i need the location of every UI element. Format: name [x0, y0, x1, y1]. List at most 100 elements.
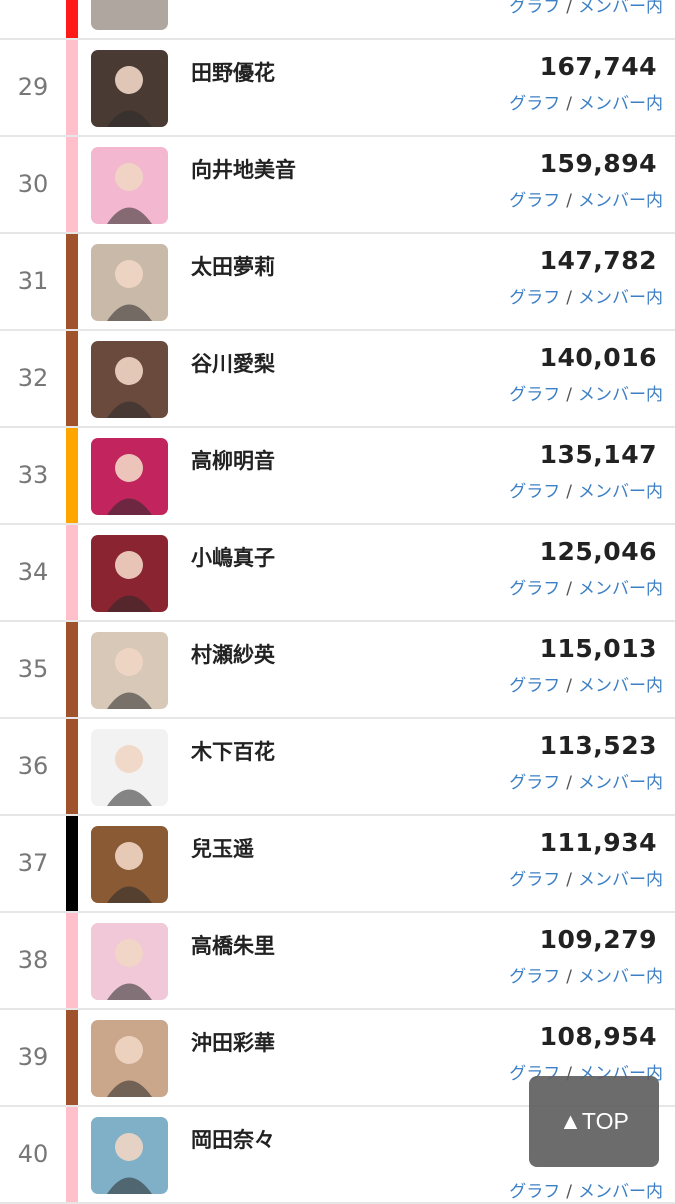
member-photo[interactable] — [91, 244, 168, 321]
graph-link[interactable]: グラフ — [509, 676, 560, 696]
rank-number: 35 — [17, 655, 49, 683]
group-color-bar — [66, 622, 78, 717]
back-to-top-button[interactable]: ▲TOP — [529, 1076, 659, 1167]
rank-number: 29 — [17, 73, 49, 101]
member-name: 田野優花 — [191, 61, 275, 85]
group-color-bar — [66, 816, 78, 911]
member-link[interactable]: メンバー内 — [578, 773, 663, 793]
link-separator: / — [566, 288, 572, 308]
member-photo[interactable] — [91, 1117, 168, 1194]
ranking-row[interactable]: 33 高柳明音 135,147 グラフ / メンバー内 — [0, 428, 675, 523]
member-link[interactable]: メンバー内 — [578, 191, 663, 211]
link-separator: / — [566, 482, 572, 502]
member-link[interactable]: メンバー内 — [578, 482, 663, 502]
member-photo[interactable] — [91, 729, 168, 806]
rank-number: 39 — [17, 1043, 49, 1071]
member-link[interactable]: メンバー内 — [578, 94, 663, 114]
group-color-bar — [66, 137, 78, 232]
member-photo[interactable] — [91, 341, 168, 418]
member-name: 岡田奈々 — [191, 1128, 275, 1152]
group-color-bar — [66, 428, 78, 523]
member-link[interactable]: メンバー内 — [578, 870, 663, 890]
row-links: グラフ / メンバー内 — [509, 1177, 663, 1202]
member-link[interactable]: メンバー内 — [578, 0, 663, 17]
ranking-row[interactable]: 36 木下百花 113,523 グラフ / メンバー内 — [0, 719, 675, 814]
ranking-row[interactable]: 29 田野優花 167,744 グラフ / メンバー内 — [0, 40, 675, 135]
member-photo[interactable] — [91, 923, 168, 1000]
graph-link[interactable]: グラフ — [509, 967, 560, 987]
graph-link[interactable]: グラフ — [509, 191, 560, 211]
ranking-row-partial: グラフ / メンバー内 — [0, 0, 675, 38]
member-link[interactable]: メンバー内 — [578, 967, 663, 987]
graph-link[interactable]: グラフ — [509, 1182, 560, 1202]
member-photo[interactable] — [91, 147, 168, 224]
row-links: グラフ / メンバー内 — [509, 865, 663, 890]
ranking-row[interactable]: 35 村瀬紗英 115,013 グラフ / メンバー内 — [0, 622, 675, 717]
rank-number: 30 — [17, 170, 49, 198]
graph-link[interactable]: グラフ — [509, 870, 560, 890]
row-links: グラフ / メンバー内 — [509, 671, 663, 696]
row-links: グラフ / メンバー内 — [509, 380, 663, 405]
member-photo[interactable] — [91, 438, 168, 515]
graph-link[interactable]: グラフ — [509, 288, 560, 308]
rank-number: 36 — [17, 752, 49, 780]
member-photo[interactable] — [91, 826, 168, 903]
link-separator: / — [566, 1182, 572, 1202]
graph-link[interactable]: グラフ — [509, 579, 560, 599]
row-links: グラフ / メンバー内 — [509, 477, 663, 502]
ranking-row[interactable]: 37 兒玉遥 111,934 グラフ / メンバー内 — [0, 816, 675, 911]
member-photo[interactable] — [91, 1020, 168, 1097]
member-name: 兒玉遥 — [191, 837, 254, 861]
member-photo[interactable] — [91, 0, 168, 30]
member-photo[interactable] — [91, 50, 168, 127]
member-link[interactable]: メンバー内 — [578, 288, 663, 308]
member-photo[interactable] — [91, 535, 168, 612]
member-photo[interactable] — [91, 632, 168, 709]
row-links: グラフ / メンバー内 — [509, 186, 663, 211]
vote-count: 113,523 — [539, 731, 657, 760]
member-link[interactable]: メンバー内 — [578, 579, 663, 599]
group-color-bar — [66, 913, 78, 1008]
rank-number: 37 — [17, 849, 49, 877]
member-name: 沖田彩華 — [191, 1031, 275, 1055]
member-name: 谷川愛梨 — [191, 352, 275, 376]
graph-link[interactable]: グラフ — [509, 482, 560, 502]
vote-count: 167,744 — [539, 52, 657, 81]
link-separator: / — [566, 191, 572, 211]
vote-count: 111,934 — [539, 828, 657, 857]
vote-count: 159,894 — [539, 149, 657, 178]
rank-number: 32 — [17, 364, 49, 392]
vote-count: 140,016 — [539, 343, 657, 372]
row-links: グラフ / メンバー内 — [509, 0, 663, 17]
graph-link[interactable]: グラフ — [509, 0, 560, 17]
row-links: グラフ / メンバー内 — [509, 574, 663, 599]
vote-count: 147,782 — [539, 246, 657, 275]
group-color-bar — [66, 719, 78, 814]
rank-number: 34 — [17, 558, 49, 586]
link-separator: / — [566, 676, 572, 696]
graph-link[interactable]: グラフ — [509, 385, 560, 405]
ranking-row[interactable]: 30 向井地美音 159,894 グラフ / メンバー内 — [0, 137, 675, 232]
member-link[interactable]: メンバー内 — [578, 676, 663, 696]
vote-count: 125,046 — [539, 537, 657, 566]
member-name: 村瀬紗英 — [191, 643, 275, 667]
vote-count: 109,279 — [539, 925, 657, 954]
group-color-bar — [66, 234, 78, 329]
group-color-bar — [66, 40, 78, 135]
member-name: 太田夢莉 — [191, 255, 275, 279]
member-name: 木下百花 — [191, 740, 275, 764]
graph-link[interactable]: グラフ — [509, 773, 560, 793]
member-link[interactable]: メンバー内 — [578, 1182, 663, 1202]
ranking-row[interactable]: 32 谷川愛梨 140,016 グラフ / メンバー内 — [0, 331, 675, 426]
link-separator: / — [566, 385, 572, 405]
ranking-row[interactable]: 31 太田夢莉 147,782 グラフ / メンバー内 — [0, 234, 675, 329]
ranking-row[interactable]: 38 高橋朱里 109,279 グラフ / メンバー内 — [0, 913, 675, 1008]
link-separator: / — [566, 94, 572, 114]
member-link[interactable]: メンバー内 — [578, 385, 663, 405]
ranking-row[interactable]: 34 小嶋真子 125,046 グラフ / メンバー内 — [0, 525, 675, 620]
row-links: グラフ / メンバー内 — [509, 962, 663, 987]
group-color-bar — [66, 331, 78, 426]
rank-number: 33 — [17, 461, 49, 489]
graph-link[interactable]: グラフ — [509, 94, 560, 114]
rank-number: 38 — [17, 946, 49, 974]
